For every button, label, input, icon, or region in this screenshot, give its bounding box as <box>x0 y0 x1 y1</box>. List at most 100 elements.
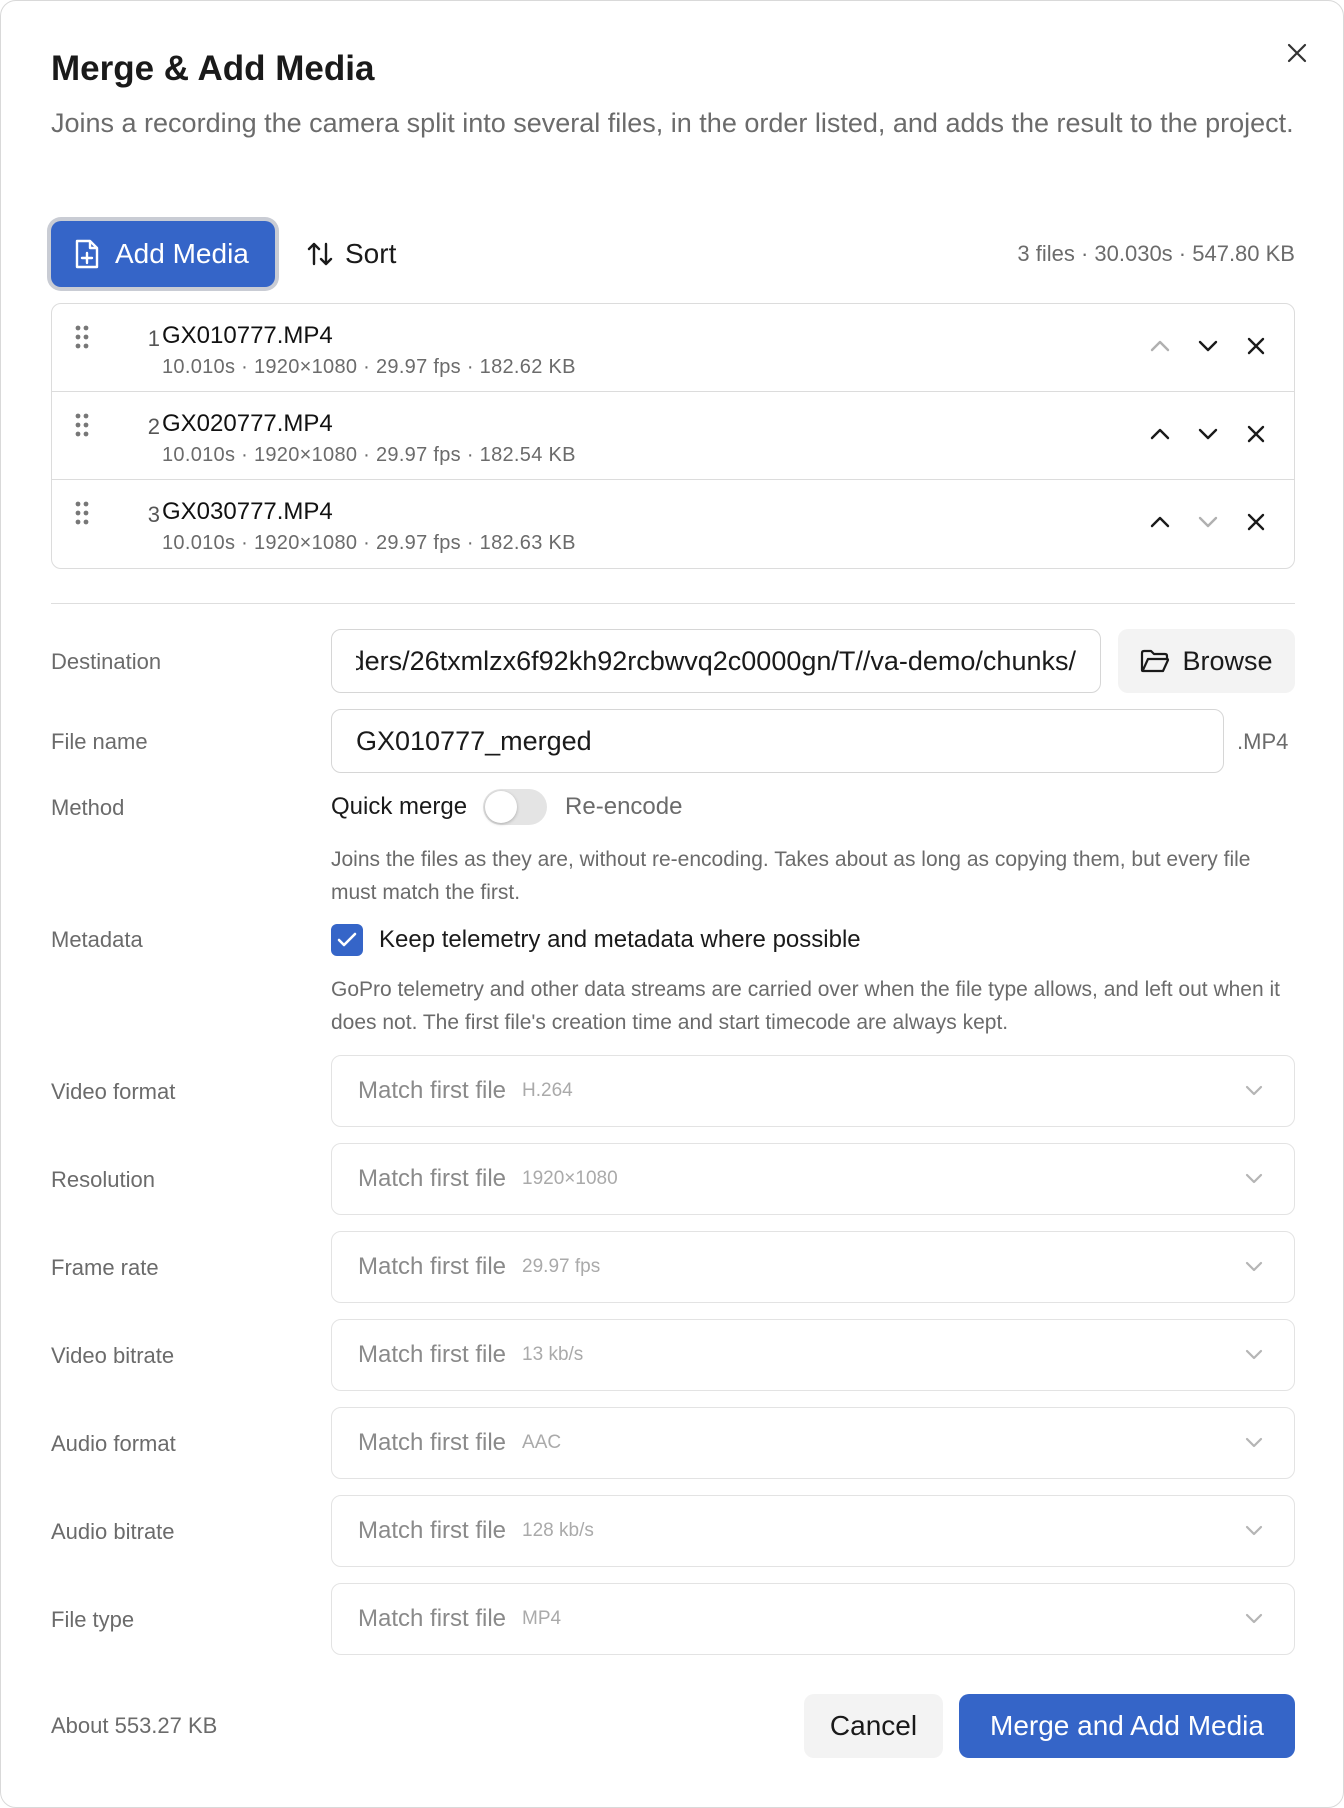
merge-and-add-button[interactable]: Merge and Add Media <box>959 1694 1295 1758</box>
select-hint: 128 kb/s <box>522 1520 594 1541</box>
close-icon <box>1247 425 1265 443</box>
drag-handle-icon[interactable] <box>74 500 90 531</box>
sort-arrows-icon <box>307 242 333 266</box>
file-index: 1 <box>147 326 160 351</box>
video-format-label: Video format <box>51 1079 176 1104</box>
select-hint: 1920×1080 <box>522 1168 618 1189</box>
chevron-down-icon <box>1198 340 1218 352</box>
select-value: Match first file <box>358 1253 507 1280</box>
destination-label: Destination <box>51 649 162 674</box>
select-value: Match first file <box>358 1077 507 1104</box>
chevron-down-icon <box>1245 1525 1263 1536</box>
destination-input[interactable] <box>331 629 1101 693</box>
file-type-select[interactable]: Match first file MP4 <box>331 1583 1295 1655</box>
list-item[interactable]: 2 GX020777.MP4 10.010s · 1920×1080 · 29.… <box>52 392 1294 480</box>
toolbar: Add Media Sort 3 files · 30.030s · 547.8… <box>51 221 1295 287</box>
files-summary: 3 files · 30.030s · 547.80 KB <box>1017 241 1295 266</box>
file-type-label: File type <box>51 1607 135 1632</box>
select-hint: AAC <box>522 1432 562 1453</box>
file-extension: .MP4 <box>1237 729 1289 754</box>
remove-file-button[interactable] <box>1240 418 1272 450</box>
chevron-down-icon <box>1245 1349 1263 1360</box>
select-value: Match first file <box>358 1429 507 1456</box>
video-bitrate-select[interactable]: Match first file 13 kb/s <box>331 1319 1295 1391</box>
chevron-down-icon <box>1198 428 1218 440</box>
select-value: Match first file <box>358 1165 507 1192</box>
move-down-button[interactable] <box>1192 330 1224 362</box>
file-name: GX010777.MP4 <box>162 322 333 349</box>
add-media-button[interactable]: Add Media <box>51 221 275 287</box>
chevron-down-icon <box>1245 1261 1263 1272</box>
row-actions <box>1144 330 1272 362</box>
metadata-checkbox[interactable] <box>331 924 363 956</box>
drag-handle-icon[interactable] <box>74 412 90 443</box>
chevron-down-icon <box>1245 1437 1263 1448</box>
audio-bitrate-select[interactable]: Match first file 128 kb/s <box>331 1495 1295 1567</box>
close-icon <box>1287 43 1307 63</box>
file-list: 1 GX010777.MP4 10.010s · 1920×1080 · 29.… <box>51 303 1295 569</box>
move-down-button[interactable] <box>1192 506 1224 538</box>
video-bitrate-label: Video bitrate <box>51 1343 175 1368</box>
select-value: Match first file <box>358 1605 507 1632</box>
drag-handle-icon[interactable] <box>74 324 90 355</box>
close-button[interactable] <box>1279 35 1315 71</box>
frame-rate-label: Frame rate <box>51 1255 159 1280</box>
list-item[interactable]: 1 GX010777.MP4 10.010s · 1920×1080 · 29.… <box>52 304 1294 392</box>
sort-button[interactable]: Sort <box>307 221 396 287</box>
chevron-down-icon <box>1198 516 1218 528</box>
move-up-button[interactable] <box>1144 506 1176 538</box>
file-name-label: File name <box>51 729 148 754</box>
method-help-text: Joins the files as they are, without re-… <box>331 848 1251 904</box>
chevron-up-icon <box>1150 428 1170 440</box>
move-up-button[interactable] <box>1144 418 1176 450</box>
browse-button[interactable]: Browse <box>1118 629 1295 693</box>
video-format-select[interactable]: Match first file H.264 <box>331 1055 1295 1127</box>
row-actions <box>1144 418 1272 450</box>
metadata-checkbox-label: Keep telemetry and metadata where possib… <box>379 926 861 953</box>
file-name: GX030777.MP4 <box>162 498 333 525</box>
method-switch: Quick merge Re-encode <box>331 787 682 827</box>
checkmark-icon <box>337 932 357 947</box>
file-index: 2 <box>147 414 160 439</box>
list-item[interactable]: 3 GX030777.MP4 10.010s · 1920×1080 · 29.… <box>52 480 1294 568</box>
file-meta: 10.010s · 1920×1080 · 29.97 fps · 182.63… <box>162 532 576 554</box>
toggle-knob <box>485 791 518 823</box>
close-icon <box>1247 513 1265 531</box>
move-down-button[interactable] <box>1192 418 1224 450</box>
merge-dialog: Merge & Add Media Joins a recording the … <box>0 0 1344 1808</box>
chevron-down-icon <box>1245 1085 1263 1096</box>
remove-file-button[interactable] <box>1240 330 1272 362</box>
select-hint: 13 kb/s <box>522 1344 584 1365</box>
select-hint: MP4 <box>522 1608 562 1629</box>
dialog-title: Merge & Add Media <box>51 49 375 88</box>
dialog-description: Joins a recording the camera split into … <box>51 108 1294 138</box>
audio-format-select[interactable]: Match first file AAC <box>331 1407 1295 1479</box>
resolution-select[interactable]: Match first file 1920×1080 <box>331 1143 1295 1215</box>
add-media-label: Add Media <box>115 238 249 269</box>
quick-merge-label: Quick merge <box>331 793 468 820</box>
metadata-help-text: GoPro telemetry and other data streams a… <box>331 978 1280 1034</box>
method-toggle[interactable] <box>483 789 548 825</box>
sort-label: Sort <box>345 238 397 269</box>
move-up-button[interactable] <box>1144 330 1176 362</box>
chevron-up-icon <box>1150 340 1170 352</box>
row-actions <box>1144 506 1272 538</box>
audio-format-label: Audio format <box>51 1431 176 1456</box>
file-name: GX020777.MP4 <box>162 410 333 437</box>
cancel-button[interactable]: Cancel <box>804 1694 943 1758</box>
section-divider <box>51 603 1295 604</box>
method-label: Method <box>51 795 125 820</box>
frame-rate-select[interactable]: Match first file 29.97 fps <box>331 1231 1295 1303</box>
select-hint: H.264 <box>522 1080 573 1101</box>
file-name-input[interactable] <box>331 709 1224 773</box>
metadata-checkbox-row[interactable]: Keep telemetry and metadata where possib… <box>331 923 861 957</box>
file-index: 3 <box>147 502 160 527</box>
close-icon <box>1247 337 1265 355</box>
output-size-estimate: About 553.27 KB <box>51 1713 218 1738</box>
resolution-label: Resolution <box>51 1167 155 1192</box>
remove-file-button[interactable] <box>1240 506 1272 538</box>
re-encode-label: Re-encode <box>565 793 683 820</box>
folder-icon <box>1141 649 1170 673</box>
chevron-down-icon <box>1245 1613 1263 1624</box>
chevron-down-icon <box>1245 1173 1263 1184</box>
